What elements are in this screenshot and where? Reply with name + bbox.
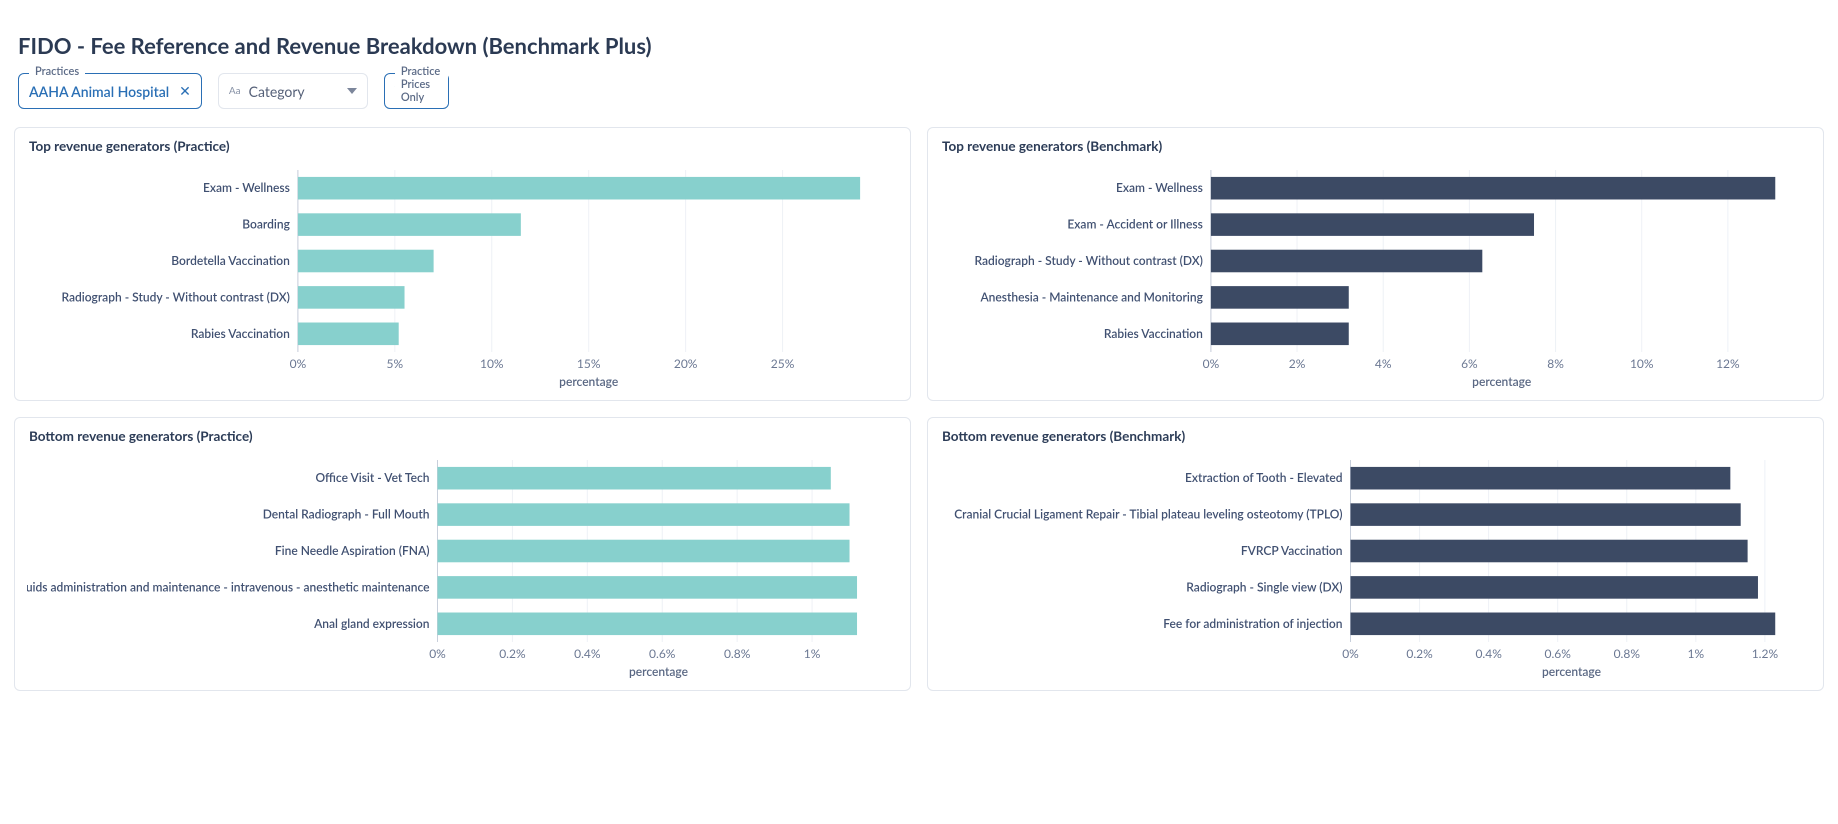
card-title: Bottom revenue generators (Benchmark) xyxy=(942,428,1811,444)
bar-label: Boarding xyxy=(242,217,290,232)
bar-label: Radiograph - Study - Without contrast (D… xyxy=(974,253,1202,268)
bar-label: Rabies Vaccination xyxy=(191,326,290,341)
practice-prices-only-filter[interactable]: Practice Prices Only Yes ✕ xyxy=(384,73,449,109)
card-bottom-practice: Bottom revenue generators (Practice) 0%0… xyxy=(14,417,911,691)
bar[interactable] xyxy=(1211,213,1534,236)
svg-text:10%: 10% xyxy=(1630,356,1654,371)
svg-text:10%: 10% xyxy=(480,356,504,371)
svg-text:6%: 6% xyxy=(1461,356,1478,371)
bar[interactable] xyxy=(438,503,850,526)
chevron-down-icon xyxy=(347,88,357,94)
svg-text:0.6%: 0.6% xyxy=(649,646,676,661)
bar[interactable] xyxy=(1351,540,1748,563)
svg-text:12%: 12% xyxy=(1716,356,1740,371)
filter-bar: Practices AAHA Animal Hospital ✕ Aa Cate… xyxy=(18,73,1824,109)
svg-text:0.6%: 0.6% xyxy=(1545,646,1572,661)
svg-text:2%: 2% xyxy=(1289,356,1306,371)
svg-text:1%: 1% xyxy=(1688,646,1705,661)
x-axis-title: percentage xyxy=(629,664,688,679)
svg-text:0.8%: 0.8% xyxy=(1614,646,1641,661)
bar[interactable] xyxy=(438,540,850,563)
bar[interactable] xyxy=(298,177,860,200)
chart-bottom-benchmark: 0% 0.2% 0.4% 0.6% 0.8% 1% 1.2% Extraction of To… xyxy=(940,454,1811,682)
bar[interactable] xyxy=(298,250,434,273)
chart-top-practice: 0% 5% 10% 15% 20% 25% Exam - Wellness Boarding B… xyxy=(27,164,898,392)
x-axis-title: percentage xyxy=(1472,374,1531,389)
svg-text:5%: 5% xyxy=(387,356,404,371)
bar-label: Anal gland expression xyxy=(313,616,429,631)
bar-label: Bordetella Vaccination xyxy=(171,253,290,268)
svg-text:0.4%: 0.4% xyxy=(574,646,601,661)
bar-label: Dental Radiograph - Full Mouth xyxy=(263,507,430,522)
bar[interactable] xyxy=(298,323,399,346)
svg-text:0%: 0% xyxy=(1203,356,1220,371)
practice-prices-only-label: Practice Prices Only xyxy=(395,65,448,104)
charts-grid: Top revenue generators (Practice) 0% 5% 10… xyxy=(14,127,1824,691)
svg-text:0%: 0% xyxy=(1342,646,1359,661)
bar-label: Exam - Wellness xyxy=(203,180,290,195)
svg-text:1%: 1% xyxy=(804,646,821,661)
practices-filter[interactable]: Practices AAHA Animal Hospital ✕ xyxy=(18,73,202,109)
category-select[interactable]: Aa Category xyxy=(218,73,368,109)
x-axis-title: percentage xyxy=(1542,664,1601,679)
close-icon[interactable]: ✕ xyxy=(179,82,191,100)
card-bottom-benchmark: Bottom revenue generators (Benchmark) 0%… xyxy=(927,417,1824,691)
svg-text:0%: 0% xyxy=(290,356,307,371)
bar-label: Cranial Crucial Ligament Repair - Tibial… xyxy=(954,507,1342,522)
bar-label: Extraction of Tooth - Elevated xyxy=(1185,470,1342,485)
bar[interactable] xyxy=(1211,323,1349,346)
svg-text:0.4%: 0.4% xyxy=(1475,646,1502,661)
card-title: Top revenue generators (Benchmark) xyxy=(942,138,1811,154)
practices-filter-value: AAHA Animal Hospital xyxy=(29,83,169,100)
bar[interactable] xyxy=(1211,286,1349,309)
bar-label: Radiograph - Study - Without contrast (D… xyxy=(61,289,289,304)
bar[interactable] xyxy=(1211,250,1482,273)
bar-label: Radiograph - Single view (DX) xyxy=(1186,579,1342,594)
bar[interactable] xyxy=(1351,576,1758,599)
card-title: Top revenue generators (Practice) xyxy=(29,138,898,154)
bar[interactable] xyxy=(1351,613,1776,636)
bar[interactable] xyxy=(1351,467,1731,490)
bar-label: Fluids administration and maintenance - … xyxy=(27,579,430,594)
bar-label: Rabies Vaccination xyxy=(1104,326,1203,341)
bar[interactable] xyxy=(298,213,521,236)
svg-text:0.8%: 0.8% xyxy=(724,646,751,661)
x-axis-title: percentage xyxy=(559,374,618,389)
page-title: FIDO - Fee Reference and Revenue Breakdo… xyxy=(18,32,1820,59)
practices-filter-label: Practices xyxy=(29,65,85,78)
text-icon: Aa xyxy=(229,85,241,97)
svg-text:0.2%: 0.2% xyxy=(499,646,526,661)
svg-text:1.2%: 1.2% xyxy=(1752,646,1779,661)
bar-label: Exam - Accident or Illness xyxy=(1067,217,1203,232)
bar-label: Exam - Wellness xyxy=(1116,180,1203,195)
bar-label: Fee for administration of injection xyxy=(1163,616,1342,631)
bar-label: Fine Needle Aspiration (FNA) xyxy=(275,543,430,558)
bar[interactable] xyxy=(1211,177,1775,200)
svg-text:4%: 4% xyxy=(1375,356,1392,371)
card-top-benchmark: Top revenue generators (Benchmark) 0% 2% 4… xyxy=(927,127,1824,401)
svg-text:0.2%: 0.2% xyxy=(1406,646,1433,661)
chart-top-benchmark: 0% 2% 4% 6% 8% 10% 12% Exam - Wellness Exam - Ac… xyxy=(940,164,1811,392)
chart-bottom-practice: 0% 0.2% 0.4% 0.6% 0.8% 1% Office Visit - Vet T… xyxy=(27,454,898,682)
bar[interactable] xyxy=(438,613,858,636)
bar[interactable] xyxy=(438,467,831,490)
bar[interactable] xyxy=(438,576,858,599)
svg-text:20%: 20% xyxy=(674,356,698,371)
category-select-label: Category xyxy=(249,83,305,100)
bar-label: Office Visit - Vet Tech xyxy=(315,470,429,485)
card-top-practice: Top revenue generators (Practice) 0% 5% 10… xyxy=(14,127,911,401)
bar-label: Anesthesia - Maintenance and Monitoring xyxy=(979,289,1203,304)
card-title: Bottom revenue generators (Practice) xyxy=(29,428,898,444)
svg-text:0%: 0% xyxy=(429,646,446,661)
dashboard-page: FIDO - Fee Reference and Revenue Breakdo… xyxy=(0,0,1838,701)
svg-text:15%: 15% xyxy=(577,356,601,371)
svg-text:8%: 8% xyxy=(1547,356,1564,371)
bar-label: FVRCP Vaccination xyxy=(1241,543,1343,558)
bar[interactable] xyxy=(1351,503,1741,526)
bar[interactable] xyxy=(298,286,405,309)
svg-text:25%: 25% xyxy=(771,356,795,371)
